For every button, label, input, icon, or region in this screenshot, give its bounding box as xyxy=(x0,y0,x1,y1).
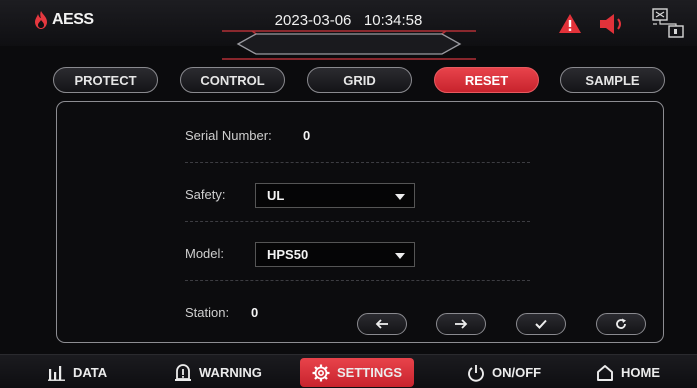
model-select[interactable]: HPS50 xyxy=(255,242,415,267)
divider xyxy=(185,162,530,163)
home-icon xyxy=(597,364,613,381)
settings-tabs: PROTECT CONTROL GRID RESET SAMPLE xyxy=(0,67,697,93)
bar-chart-icon xyxy=(48,365,65,381)
header-decoration xyxy=(222,30,476,60)
serial-number-value: 0 xyxy=(303,128,311,143)
warning-icon xyxy=(175,364,191,381)
confirm-button[interactable] xyxy=(516,313,566,335)
chevron-down-icon xyxy=(395,253,405,259)
tab-grid[interactable]: GRID xyxy=(307,67,412,93)
model-value: HPS50 xyxy=(267,247,309,262)
model-label: Model: xyxy=(185,246,225,261)
time-text: 10:34:58 xyxy=(363,12,423,29)
datetime: 2023-03-06 10:34:58 xyxy=(0,12,697,29)
serial-number-label: Serial Number: xyxy=(185,128,272,143)
safety-value: UL xyxy=(267,188,285,203)
nav-settings[interactable]: SETTINGS xyxy=(300,358,415,387)
bottom-nav: DATA WARNING SETTINGS ON/OFF HOME xyxy=(0,354,697,388)
nav-home[interactable]: HOME xyxy=(596,360,660,385)
nav-data[interactable]: DATA xyxy=(48,360,107,385)
station-label: Station: xyxy=(185,305,230,320)
checkmark-icon xyxy=(535,319,547,329)
divider xyxy=(185,221,530,222)
refresh-icon xyxy=(616,318,626,329)
arrow-right-icon xyxy=(455,319,468,329)
power-icon xyxy=(468,364,484,382)
tab-sample[interactable]: SAMPLE xyxy=(560,67,665,93)
previous-button[interactable] xyxy=(357,313,407,335)
next-button[interactable] xyxy=(436,313,486,335)
tab-reset[interactable]: RESET xyxy=(434,67,539,93)
nav-warning[interactable]: WARNING xyxy=(174,360,262,385)
divider xyxy=(185,280,530,281)
safety-label: Safety: xyxy=(185,187,226,202)
refresh-button[interactable] xyxy=(596,313,646,335)
tab-control[interactable]: CONTROL xyxy=(180,67,285,93)
alarm-icon[interactable] xyxy=(558,13,582,34)
arrow-left-icon xyxy=(375,319,388,329)
date-text: 2023-03-06 xyxy=(274,12,352,29)
chevron-down-icon xyxy=(395,194,405,200)
reset-panel xyxy=(56,101,664,343)
network-icon[interactable] xyxy=(651,7,685,39)
station-value: 0 xyxy=(251,305,259,320)
header-bar: AESS 2023-03-06 10:34:58 xyxy=(0,0,697,60)
gear-icon xyxy=(312,364,330,381)
tab-protect[interactable]: PROTECT xyxy=(53,67,158,93)
safety-select[interactable]: UL xyxy=(255,183,415,208)
speaker-icon[interactable] xyxy=(597,12,627,36)
nav-on-off[interactable]: ON/OFF xyxy=(467,360,541,385)
